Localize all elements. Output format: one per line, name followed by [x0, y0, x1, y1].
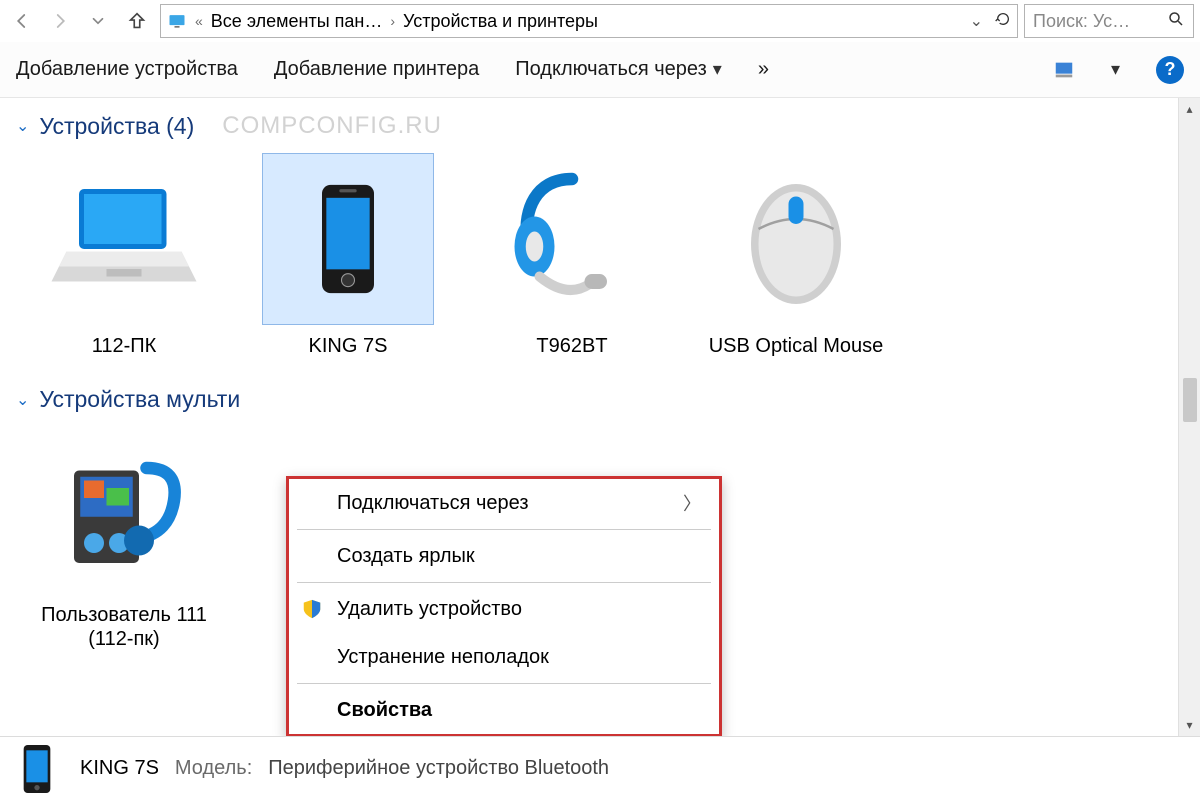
view-options-dropdown-icon[interactable]: ▾ — [1111, 59, 1120, 80]
ctx-connect-via[interactable]: Подключаться через 〉 — [289, 479, 719, 527]
ctx-item-label: Подключаться через — [337, 492, 529, 515]
address-bar: « Все элементы пан… › Устройства и принт… — [0, 0, 1200, 42]
nav-back-button[interactable] — [6, 5, 38, 37]
device-row: 112-ПК KING 7S — [0, 148, 1200, 358]
media-device-icon — [49, 433, 199, 583]
details-device-name: KING 7S — [80, 757, 159, 780]
details-pane: KING 7S Модель: Периферийное устройство … — [0, 736, 1200, 800]
search-icon[interactable] — [1167, 10, 1185, 33]
scroll-down-icon[interactable]: ▾ — [1179, 714, 1200, 736]
ctx-item-label: Устранение неполадок — [337, 646, 549, 669]
group-header-multimedia[interactable]: ⌄ Устройства мульти — [0, 358, 1200, 421]
address-refresh-icon[interactable] — [995, 11, 1011, 32]
smartphone-icon — [283, 164, 413, 314]
ctx-item-label: Удалить устройство — [337, 598, 522, 621]
uac-shield-icon — [301, 598, 323, 620]
device-item-media[interactable]: Пользователь 111 (112-пк) — [34, 423, 214, 651]
help-button[interactable]: ? — [1156, 56, 1184, 84]
watermark-text: COMPCONFIG.RU — [222, 112, 442, 140]
collapse-icon[interactable]: ⌄ — [16, 390, 29, 410]
device-label: T962BT — [536, 334, 607, 358]
toolbar-connect-via-label: Подключаться через — [515, 58, 707, 81]
device-item-king7s[interactable]: KING 7S — [258, 154, 438, 358]
bt-headset-icon — [497, 164, 647, 314]
ctx-troubleshoot[interactable]: Устранение неполадок — [289, 633, 719, 681]
mouse-icon — [721, 164, 871, 314]
ctx-separator — [297, 529, 711, 530]
breadcrumb-bar[interactable]: « Все элементы пан… › Устройства и принт… — [160, 4, 1018, 38]
address-dropdown-icon[interactable]: ⌄ — [970, 11, 983, 31]
device-label: Пользователь 111 (112-пк) — [34, 603, 214, 651]
scroll-up-icon[interactable]: ▴ — [1179, 98, 1200, 120]
details-thumbnail — [14, 743, 60, 795]
nav-up-button[interactable] — [120, 4, 154, 38]
toolbar-overflow[interactable]: » — [758, 58, 769, 81]
breadcrumb-double-chevron-icon: « — [193, 13, 205, 29]
view-options-button[interactable] — [1053, 59, 1075, 81]
toolbar: Добавление устройства Добавление принтер… — [0, 42, 1200, 98]
group-title: Устройства мульти — [39, 386, 240, 413]
ctx-item-label: Свойства — [337, 699, 432, 722]
group-header-devices[interactable]: ⌄ Устройства (4) COMPCONFIG.RU — [0, 98, 1200, 148]
toolbar-add-printer[interactable]: Добавление принтера — [274, 58, 479, 81]
recent-locations-button[interactable] — [82, 5, 114, 37]
ctx-separator — [297, 582, 711, 583]
ctx-item-label: Создать ярлык — [337, 545, 475, 568]
vertical-scrollbar[interactable]: ▴ ▾ — [1178, 98, 1200, 736]
device-label: KING 7S — [309, 334, 388, 358]
toolbar-connect-via[interactable]: Подключаться через ▾ — [515, 58, 722, 81]
ctx-remove-device[interactable]: Удалить устройство — [289, 585, 719, 633]
breadcrumb-chevron-icon: › — [388, 13, 397, 29]
collapse-icon[interactable]: ⌄ — [16, 116, 29, 136]
smartphone-icon — [17, 742, 57, 796]
dropdown-icon: ▾ — [713, 59, 722, 80]
device-item-112pk[interactable]: 112-ПК — [34, 154, 214, 358]
ctx-properties[interactable]: Свойства — [289, 686, 719, 734]
ctx-create-shortcut[interactable]: Создать ярлык — [289, 532, 719, 580]
breadcrumb-current[interactable]: Устройства и принтеры — [403, 11, 598, 32]
laptop-icon — [49, 164, 199, 314]
device-item-t962bt[interactable]: T962BT — [482, 154, 662, 358]
content-pane: ⌄ Устройства (4) COMPCONFIG.RU 112-ПК — [0, 98, 1200, 736]
ctx-separator — [297, 683, 711, 684]
device-label: USB Optical Mouse — [709, 334, 884, 358]
search-placeholder: Поиск: Ус… — [1033, 11, 1130, 32]
control-panel-icon — [167, 11, 187, 31]
nav-forward-button[interactable] — [44, 5, 76, 37]
breadcrumb-parent[interactable]: Все элементы пан… — [211, 11, 383, 32]
details-model-value: Периферийное устройство Bluetooth — [268, 757, 609, 780]
details-model-label: Модель: — [175, 757, 252, 780]
device-item-mouse[interactable]: USB Optical Mouse — [706, 154, 886, 358]
group-title: Устройства (4) — [39, 113, 194, 140]
scrollbar-thumb[interactable] — [1183, 378, 1197, 422]
submenu-arrow-icon: 〉 — [683, 490, 701, 516]
context-menu: Подключаться через 〉 Создать ярлык Удали… — [286, 476, 722, 736]
search-input[interactable]: Поиск: Ус… — [1024, 4, 1194, 38]
device-label: 112-ПК — [92, 334, 157, 358]
toolbar-add-device[interactable]: Добавление устройства — [16, 58, 238, 81]
